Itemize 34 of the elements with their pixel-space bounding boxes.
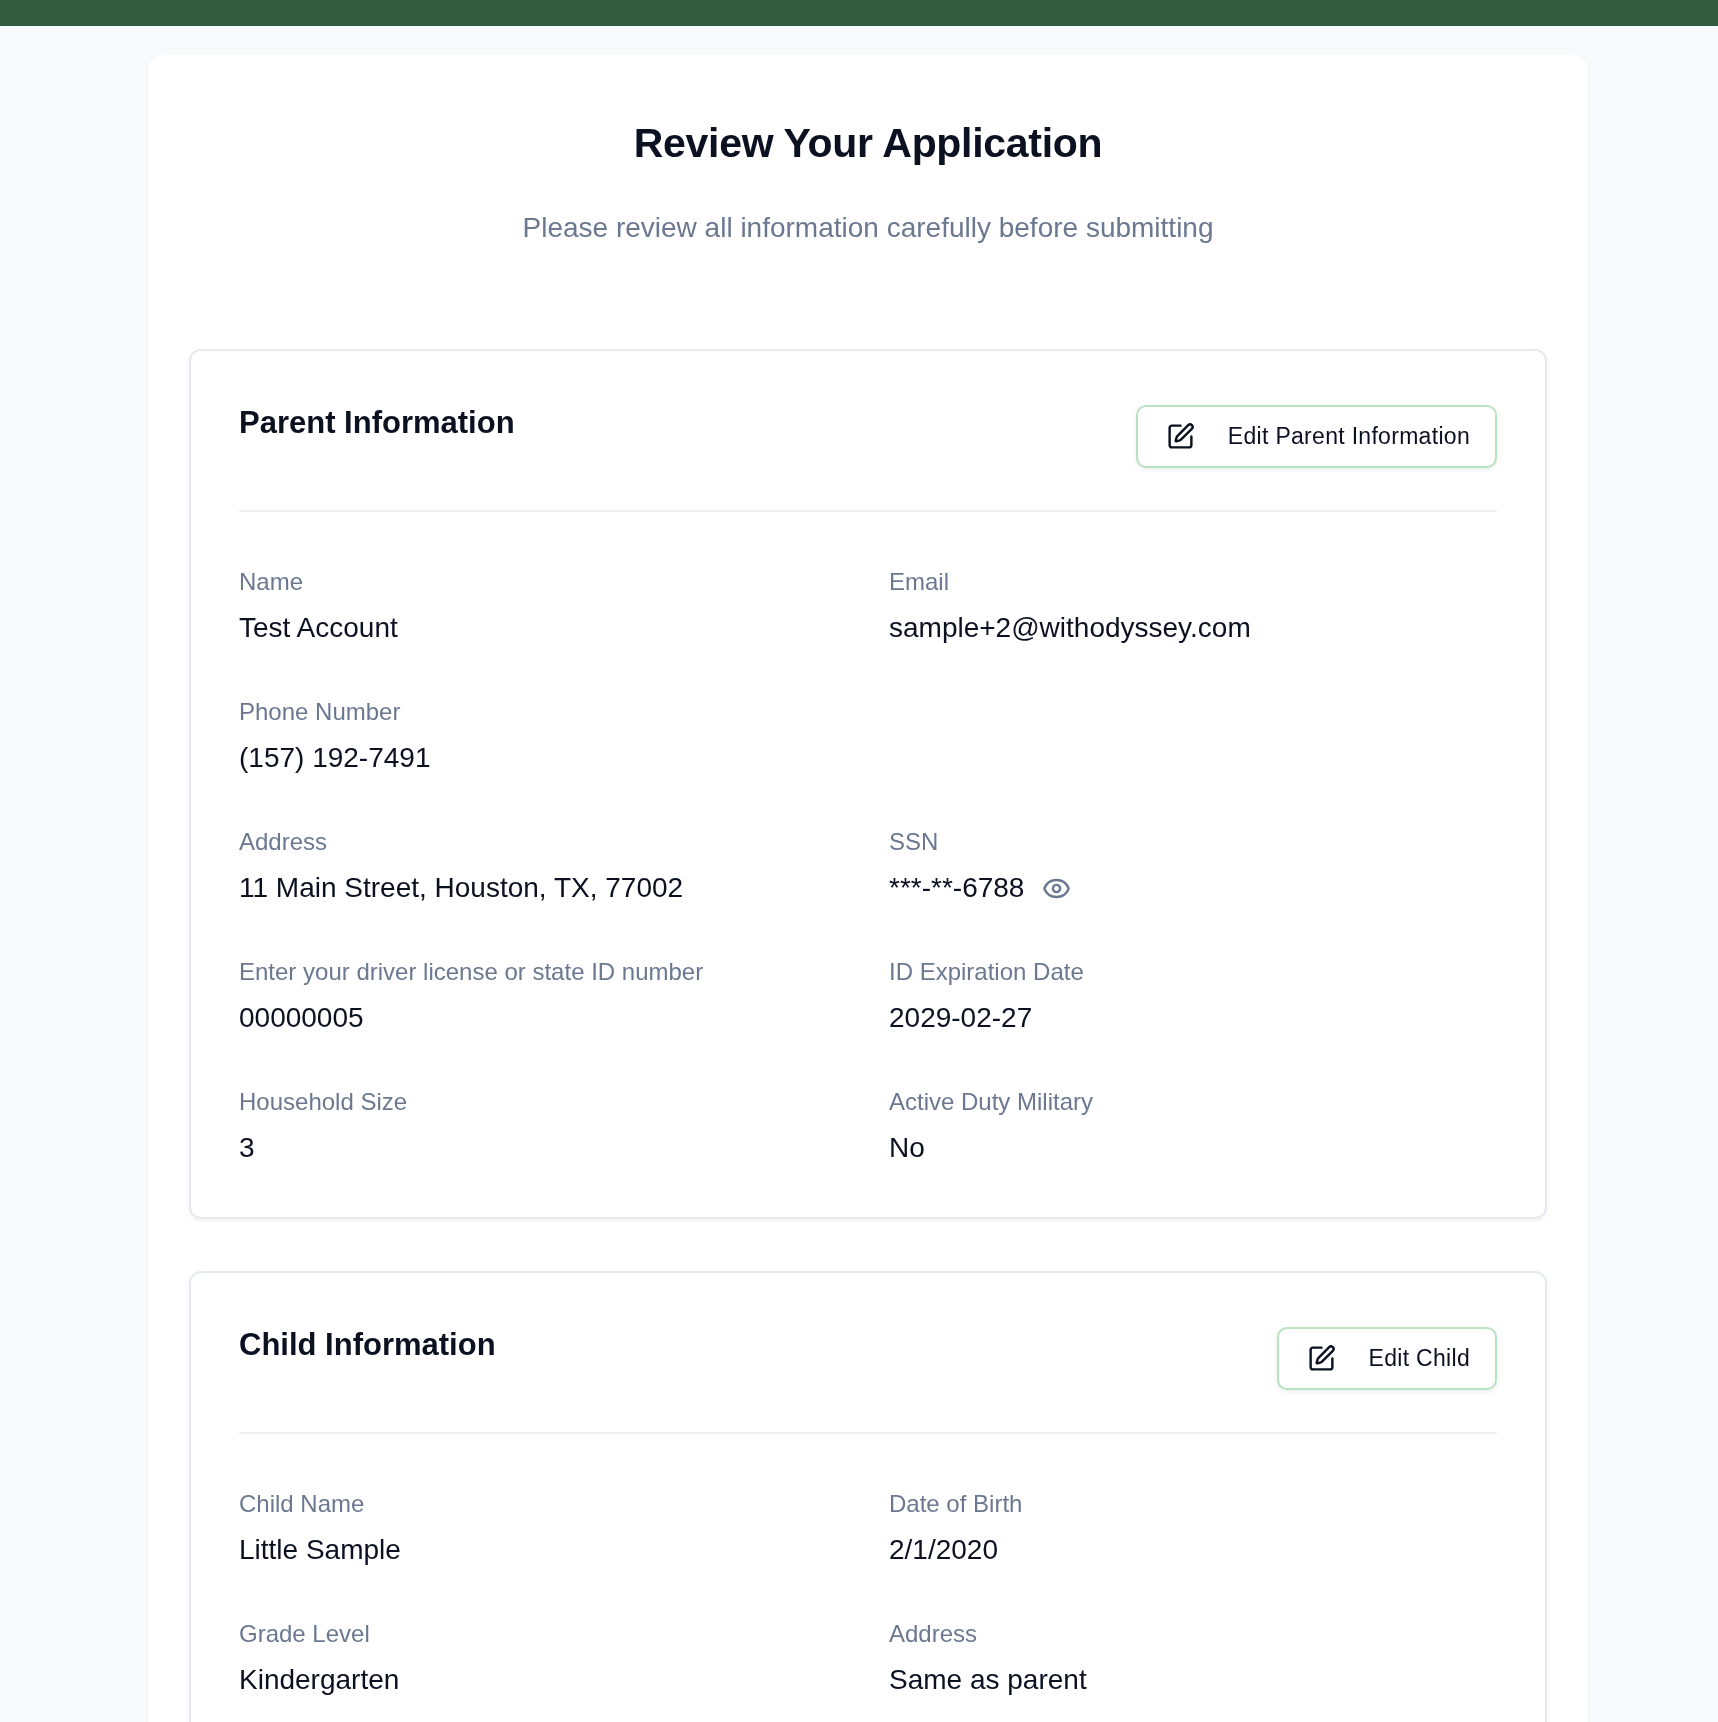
field-label: Household Size bbox=[239, 1087, 408, 1117]
field-value: 2/1/2020 bbox=[889, 1533, 998, 1567]
field-label: Date of Birth bbox=[889, 1489, 1023, 1519]
section-title: Child Information bbox=[239, 1327, 496, 1363]
field-value: 3 bbox=[239, 1131, 255, 1165]
field-value: sample+2@withodyssey.com bbox=[889, 611, 1251, 645]
edit-button[interactable]: Edit Parent Information bbox=[1135, 405, 1497, 468]
field-label: Enter your driver license or state ID number bbox=[239, 957, 704, 987]
pencil-square-icon bbox=[1165, 422, 1195, 451]
page-subtitle: Please review all information carefully before submitting bbox=[521, 211, 1215, 245]
field-value: Little Sample bbox=[239, 1533, 401, 1567]
field-label: Child Name bbox=[239, 1489, 365, 1519]
field-label: Email bbox=[889, 567, 949, 597]
field-value: No bbox=[889, 1131, 925, 1165]
pencil-square-icon bbox=[1306, 1344, 1336, 1373]
field-value: 00000005 bbox=[239, 1001, 364, 1035]
section-title: Parent Information bbox=[239, 405, 515, 441]
field-label: Active Duty Military bbox=[889, 1087, 1094, 1117]
field-label: Grade Level bbox=[239, 1619, 370, 1649]
field-value: (157) 192-7491 bbox=[239, 741, 431, 775]
field-value: 11 Main Street, Houston, TX, 77002 bbox=[239, 871, 684, 905]
field-label: SSN bbox=[889, 827, 939, 857]
edit-button[interactable]: Edit Child bbox=[1276, 1327, 1497, 1390]
page-title: Review Your Application bbox=[632, 119, 1104, 167]
field-value: ***-**-6788 bbox=[889, 871, 1025, 905]
field-label: Phone Number bbox=[239, 697, 401, 727]
field-label: Address bbox=[889, 1619, 978, 1649]
field-value: Kindergarten bbox=[239, 1663, 400, 1697]
field-label: Address bbox=[239, 827, 328, 857]
field-value: Test Account bbox=[239, 611, 398, 645]
field-label: ID Expiration Date bbox=[889, 957, 1084, 987]
field-value: Same as parent bbox=[889, 1663, 1087, 1697]
field-label: Name bbox=[239, 567, 304, 597]
field-value: 2029-02-27 bbox=[889, 1001, 1033, 1035]
